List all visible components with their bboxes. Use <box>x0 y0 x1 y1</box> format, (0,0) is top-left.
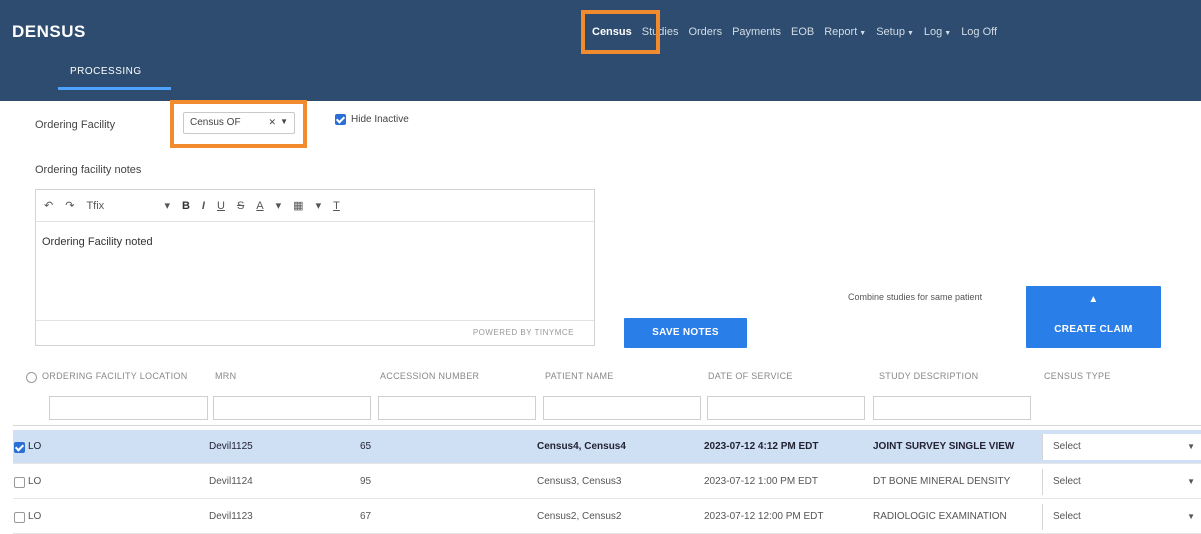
mrn-filter-input[interactable] <box>213 396 371 420</box>
text-color-icon[interactable]: A <box>256 200 263 212</box>
combine-studies-label: Combine studies for same patient <box>848 292 983 302</box>
census-type-value: Select <box>1053 441 1081 452</box>
location-filter-input[interactable] <box>49 396 208 420</box>
cell-mrn: Devil1123 <box>209 511 253 522</box>
notes-label: Ordering facility notes <box>35 164 142 176</box>
hide-inactive-checkbox[interactable] <box>335 114 346 125</box>
chevron-down-icon: ▼ <box>1187 512 1195 521</box>
cell-mrn: Devil1125 <box>209 441 253 452</box>
font-size-select[interactable]: Tfix <box>86 200 156 212</box>
nav-setup-label: Setup <box>876 26 905 38</box>
table-row[interactable]: LO Devil1124 95 Census3, Census3 2023-07… <box>13 465 1201 499</box>
tab-processing[interactable]: PROCESSING <box>70 66 142 77</box>
patient-filter-input[interactable] <box>543 396 701 420</box>
highlight-box-facility <box>170 100 307 148</box>
cell-accession: 65 <box>360 441 372 452</box>
strikethrough-icon[interactable]: S <box>237 200 244 212</box>
hide-inactive-label: Hide Inactive <box>351 114 409 125</box>
row-checkbox[interactable] <box>14 477 25 488</box>
notes-content[interactable]: Ordering Facility noted <box>42 236 153 248</box>
cell-study: DT BONE MINERAL DENSITY <box>873 476 1011 487</box>
column-header-mrn[interactable]: MRN <box>215 371 236 381</box>
cell-patient: Census2, Census2 <box>537 511 622 522</box>
column-header-patient[interactable]: PATIENT NAME <box>545 371 614 381</box>
date-filter-input[interactable] <box>707 396 865 420</box>
chevron-down-icon: ▾ <box>275 200 282 212</box>
census-type-value: Select <box>1053 476 1081 487</box>
nav-log[interactable]: Log ▼ <box>924 26 951 38</box>
cell-accession: 95 <box>360 476 372 487</box>
accession-filter-input[interactable] <box>378 396 536 420</box>
column-header-date[interactable]: DATE OF SERVICE <box>708 371 793 381</box>
undo-icon[interactable]: ↶ <box>44 199 53 212</box>
nav-log-off[interactable]: Log Off <box>961 26 997 38</box>
census-type-select[interactable]: Select ▼ <box>1042 504 1201 530</box>
cell-date: 2023-07-12 1:00 PM EDT <box>704 476 818 487</box>
italic-icon[interactable]: I <box>202 200 205 212</box>
app-title: DENSUS <box>12 22 86 41</box>
nav-eob[interactable]: EOB <box>791 26 814 38</box>
cell-location: LO <box>28 511 42 522</box>
create-claim-label: CREATE CLAIM <box>1054 324 1133 335</box>
census-type-value: Select <box>1053 511 1081 522</box>
editor-statusbar: POWERED BY TINYMCE <box>36 320 594 345</box>
census-type-select[interactable]: Select ▼ <box>1042 469 1201 495</box>
nav-orders[interactable]: Orders <box>688 26 722 38</box>
row-checkbox[interactable] <box>14 512 25 523</box>
table-row[interactable]: LO Devil1123 67 Census2, Census2 2023-07… <box>13 500 1201 534</box>
study-filter-input[interactable] <box>873 396 1031 420</box>
chevron-down-icon: ▼ <box>1187 477 1195 486</box>
column-header-study[interactable]: STUDY DESCRIPTION <box>879 371 978 381</box>
row-checkbox[interactable] <box>14 442 25 453</box>
select-all-checkbox[interactable] <box>26 372 37 383</box>
chevron-down-icon: ▼ <box>1187 442 1195 451</box>
create-claim-button[interactable]: ▲ CREATE CLAIM <box>1026 286 1161 348</box>
cell-date: 2023-07-12 4:12 PM EDT <box>704 441 819 452</box>
cell-mrn: Devil1124 <box>209 476 253 487</box>
bold-icon[interactable]: B <box>182 200 190 212</box>
save-notes-button[interactable]: SAVE NOTES <box>624 318 747 348</box>
highlight-box-census <box>581 10 660 54</box>
chevron-down-icon: ▾ <box>315 200 322 212</box>
chevron-down-icon: ▼ <box>944 30 952 37</box>
chevron-down-icon: ▼ <box>906 30 914 37</box>
table-row[interactable]: LO Devil1125 65 Census4, Census4 2023-07… <box>13 430 1201 464</box>
highlight-color-icon[interactable]: ▦ <box>293 199 303 212</box>
underline-icon[interactable]: U <box>217 200 225 212</box>
column-header-location[interactable]: ORDERING FACILITY LOCATION <box>42 371 188 381</box>
cell-location: LO <box>28 441 42 452</box>
census-type-select[interactable]: Select ▼ <box>1042 434 1201 460</box>
column-header-accession[interactable]: ACCESSION NUMBER <box>380 371 479 381</box>
chevron-down-icon: ▾ <box>164 200 170 212</box>
cell-patient: Census3, Census3 <box>537 476 622 487</box>
clear-format-icon[interactable]: T <box>333 200 340 212</box>
nav-payments[interactable]: Payments <box>732 26 781 38</box>
redo-icon[interactable]: ↷ <box>65 199 74 212</box>
active-tab-indicator <box>58 87 171 90</box>
cell-date: 2023-07-12 12:00 PM EDT <box>704 511 824 522</box>
font-size-value: Tfix <box>86 199 105 212</box>
nav-setup[interactable]: Setup ▼ <box>876 26 914 38</box>
user-icon: ▲ <box>1088 294 1099 305</box>
powered-by-link[interactable]: POWERED BY TINYMCE <box>473 328 574 337</box>
editor-toolbar: ↶ ↷ Tfix ▾ B I U S A ▾ ▦ ▾ T <box>36 190 594 222</box>
cell-study: RADIOLOGIC EXAMINATION <box>873 511 1007 522</box>
nav-log-label: Log <box>923 26 943 38</box>
cell-accession: 67 <box>360 511 372 522</box>
chevron-down-icon: ▼ <box>859 30 867 37</box>
column-header-census-type[interactable]: CENSUS TYPE <box>1044 371 1111 381</box>
cell-location: LO <box>28 476 42 487</box>
cell-patient: Census4, Census4 <box>537 441 626 452</box>
nav-report[interactable]: Report ▼ <box>824 26 866 38</box>
notes-editor[interactable]: ↶ ↷ Tfix ▾ B I U S A ▾ ▦ ▾ T Ordering Fa… <box>35 189 595 346</box>
ordering-facility-label: Ordering Facility <box>35 119 116 131</box>
grid-header: ORDERING FACILITY LOCATION MRN ACCESSION… <box>13 362 1201 426</box>
cell-study: JOINT SURVEY SINGLE VIEW <box>873 441 1015 452</box>
nav-report-label: Report <box>824 26 858 38</box>
